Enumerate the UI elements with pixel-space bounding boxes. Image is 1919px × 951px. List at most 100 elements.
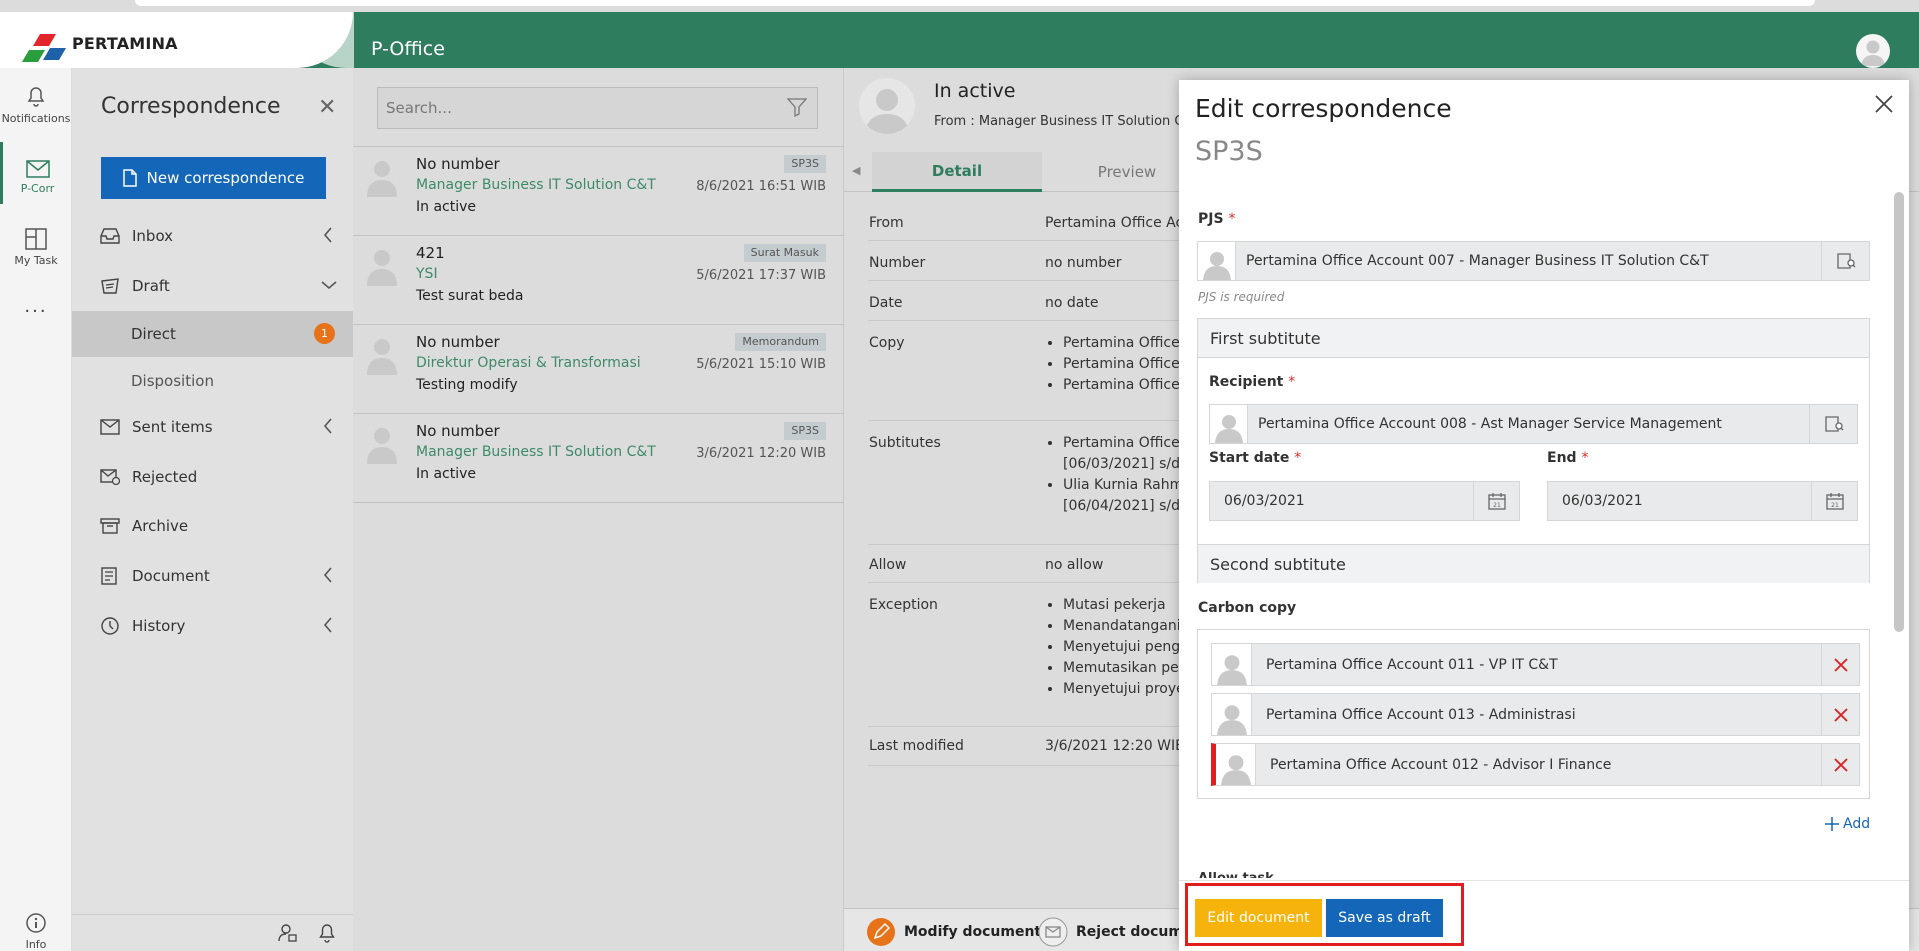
new-document-icon [122,169,137,187]
bell-icon [27,87,45,107]
pencil-icon [867,918,895,946]
mail-icon [25,160,50,178]
end-date-input[interactable]: 06/03/2021 21 [1547,481,1858,521]
caret-left-icon[interactable]: ◀ [852,164,860,177]
label-date: Date [869,295,903,311]
remove-icon[interactable] [1821,644,1859,685]
sent-icon [100,419,120,435]
list-item[interactable]: No number Direktur Operasi & Transformas… [353,325,844,414]
type-tag: SP3S [784,422,826,440]
detail-from: From : Manager Business IT Solution C [934,114,1184,129]
avatar [859,78,915,134]
info-icon [26,913,46,933]
value-last-modified: 3/6/2021 12:20 WIB [1045,738,1185,754]
value-number: no number [1045,255,1122,271]
user-avatar[interactable] [1856,34,1890,68]
reject-document-button[interactable]: Reject documen [1038,917,1202,947]
contact-picker-icon[interactable] [1809,405,1857,443]
modify-document-button[interactable]: Modify document [866,917,1041,947]
new-correspondence-button[interactable]: New correspondence [101,157,326,199]
cc-item: Pertamina Office Account 013 - Administr… [1211,693,1860,736]
avatar [367,161,397,197]
rail-info[interactable]: Info [0,912,72,951]
history-icon [101,617,119,635]
list-item[interactable]: 421 YSI Test surat beda Surat Masuk 5/6/… [353,236,844,325]
direct-count-badge: 1 [314,323,335,344]
archive-icon [100,518,120,534]
label-allow: Allow [869,557,907,573]
first-subtitute-header[interactable]: First subtitute [1198,319,1869,358]
calendar-icon[interactable]: 21 [1473,482,1519,520]
save-as-draft-button[interactable]: Save as draft [1326,899,1443,937]
rail-notifications[interactable]: Notifications [0,86,72,125]
pjs-hint: PJS is required [1198,290,1285,304]
list-item[interactable]: No number Manager Business IT Solution C… [353,147,844,236]
rail-mytask[interactable]: My Task [0,228,72,267]
close-icon[interactable] [1874,94,1894,114]
svg-text:21: 21 [1831,502,1839,509]
pjs-field[interactable]: Pertamina Office Account 007 - Manager B… [1197,241,1870,281]
rail-more[interactable]: ... [0,296,72,317]
close-icon[interactable]: ✕ [318,97,336,119]
modal-title: Edit correspondence [1195,94,1452,123]
sidebar-item-inbox[interactable]: Inbox [72,214,353,258]
inbox-icon [100,228,120,244]
correspondence-list: Search... No number Manager Business IT … [353,68,844,951]
contact-picker-icon[interactable] [1821,242,1869,280]
carbon-copy-label: Carbon copy [1198,600,1297,616]
second-subtitute-header[interactable]: Second subtitute [1198,544,1869,583]
user-settings-icon[interactable] [278,923,298,943]
document-icon [101,567,117,585]
svg-text:21: 21 [1493,502,1501,509]
sidebar-item-sent-items[interactable]: Sent items [72,405,353,449]
allow-task-label: Allow task [1198,869,1274,878]
sidebar-item-document[interactable]: Document [72,554,353,598]
draft-icon [101,278,119,294]
remove-icon[interactable] [1821,744,1859,785]
remove-icon[interactable] [1821,694,1859,735]
edit-document-button[interactable]: Edit document [1195,899,1322,937]
type-tag: SP3S [784,155,826,173]
sidebar-item-disposition[interactable]: Disposition [72,359,353,403]
pjs-label: PJS * [1198,211,1236,227]
rail-pcorr[interactable]: P-Corr [0,142,72,204]
app-name: P-Office [371,38,445,60]
reject-mail-icon [1038,917,1068,947]
bell-icon[interactable] [318,923,336,943]
type-tag: Surat Masuk [743,244,826,262]
sidebar-title: Correspondence [101,94,281,119]
sidebar-item-history[interactable]: History [72,604,353,648]
avatar [1212,694,1252,735]
chevron-down-icon [321,281,337,290]
start-date-label: Start date * [1209,450,1302,466]
sidebar-item-draft[interactable]: Draft [72,264,353,308]
sidebar-item-archive[interactable]: Archive [72,504,353,548]
tab-detail[interactable]: Detail [872,152,1042,192]
start-date-input[interactable]: 06/03/2021 21 [1209,481,1520,521]
sidebar-footer [72,914,353,951]
rejected-icon [100,469,120,485]
avatar [1216,744,1256,785]
chevron-left-icon [323,227,332,243]
add-cc-link[interactable]: Add [1825,816,1870,832]
filter-icon[interactable] [787,97,807,117]
scrollbar[interactable] [1894,192,1904,632]
calendar-icon[interactable]: 21 [1811,482,1857,520]
value-exception: Mutasi pekerja Menandatangani k Menyetuj… [1045,595,1195,700]
avatar [367,250,397,286]
avatar [1210,405,1248,443]
value-copy: Pertamina Office A Pertamina Office A Pe… [1045,333,1194,396]
sidebar-item-direct[interactable]: Direct 1 [72,311,353,357]
logo[interactable]: PERTAMINA [0,12,353,68]
first-subtitute-section: First subtitute Recipient * Pertamina Of… [1197,318,1870,583]
chevron-left-icon [323,418,332,434]
list-item[interactable]: No number Manager Business IT Solution C… [353,414,844,503]
recipient-field[interactable]: Pertamina Office Account 008 - Ast Manag… [1209,404,1858,444]
search-input[interactable]: Search... [377,87,818,129]
icon-rail: Notifications P-Corr My Task ... Info [0,68,72,951]
avatar [1198,242,1236,280]
sidebar-item-rejected[interactable]: Rejected [72,455,353,499]
end-date-label: End * [1547,450,1589,466]
avatar [367,428,397,464]
chevron-left-icon [323,567,332,583]
